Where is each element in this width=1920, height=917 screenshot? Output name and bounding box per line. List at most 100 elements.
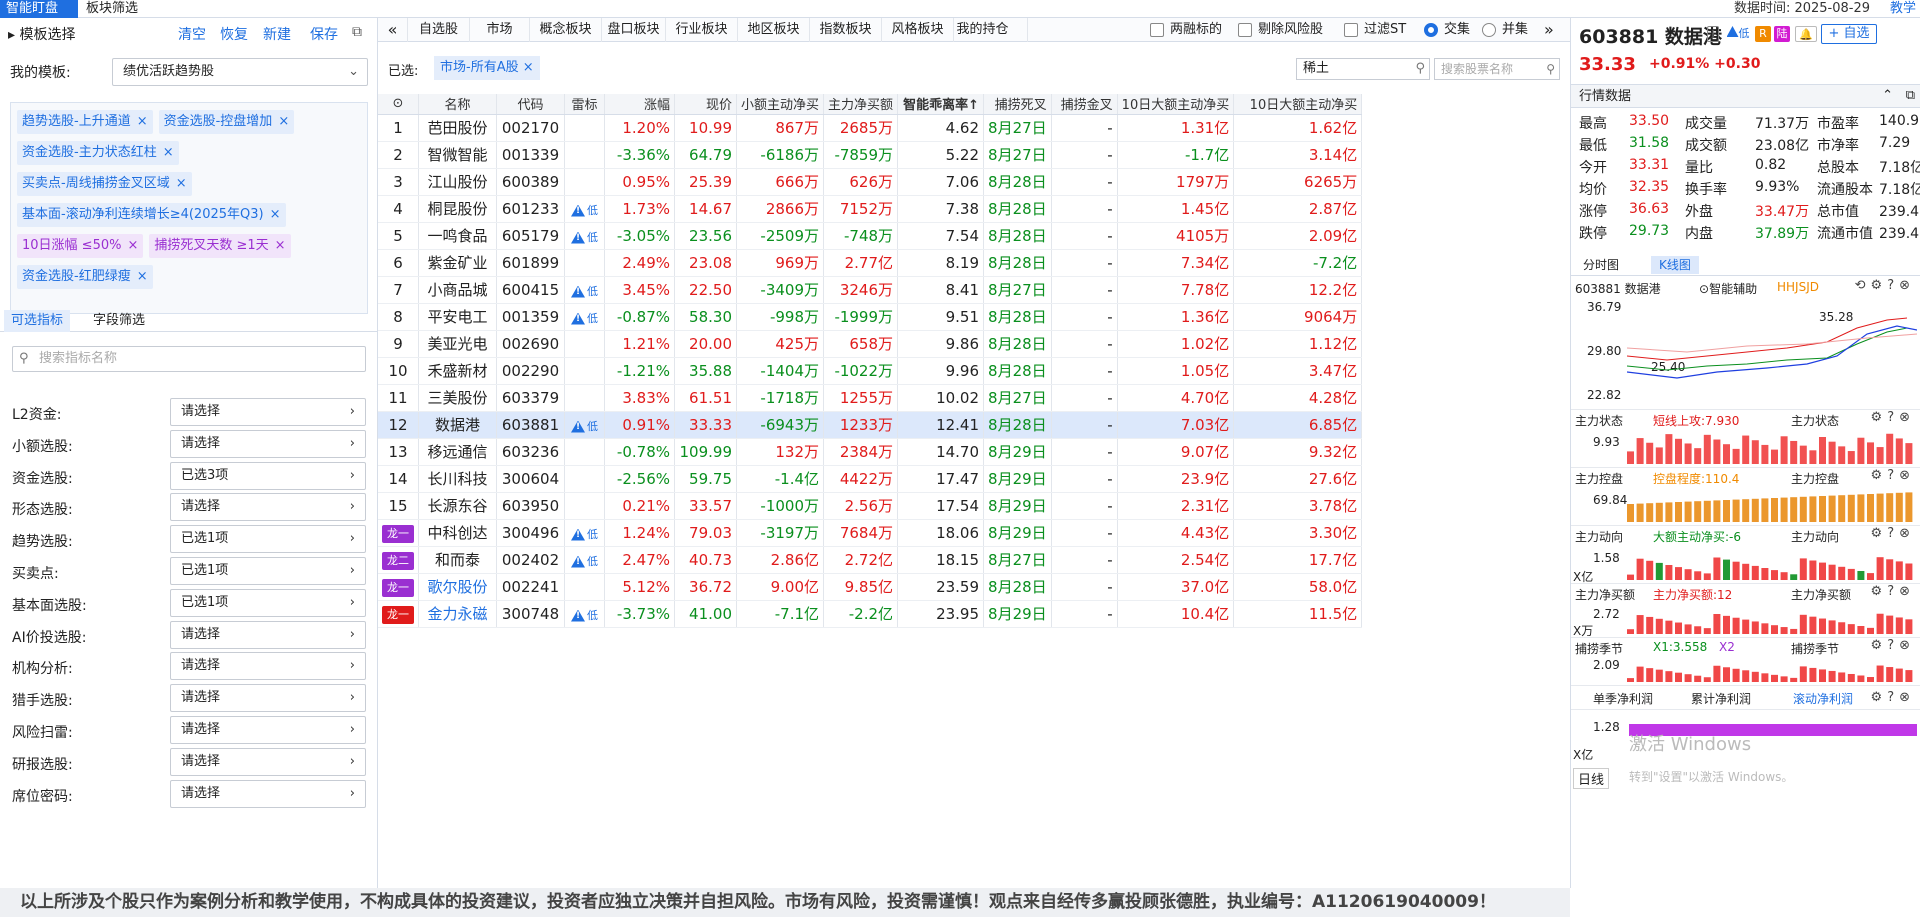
collapse-up-icon[interactable]: ⌃ [1882, 88, 1893, 103]
condition-chip[interactable]: 资金选股-红肥绿瘦 × [17, 265, 153, 289]
panel-tool-icons[interactable]: ⚙?⊗ [1871, 468, 1915, 483]
table-row[interactable]: 13 移远通信 603236 -0.78% 109.99 132万 2384万 14.70 8月… [378, 438, 1363, 466]
table-row[interactable]: 龙一 金力永磁 300748 ! 低 -3.73% 41.00 -7.1亿 -2.2亿 23.95… [378, 600, 1363, 628]
restore-button[interactable]: 恢复 [220, 24, 248, 44]
table-row[interactable]: 12 数据港 603881 ! 低 0.91% 33.33 -6943万 1233万 12.41 8… [378, 411, 1363, 439]
table-row[interactable]: 4 桐昆股份 601233 ! 低 1.73% 14.67 2866万 7152万 7.38 8月2… [378, 195, 1363, 223]
stock-search-input[interactable]: 搜索股票名称 ⚲ [1434, 58, 1560, 80]
stock-name[interactable]: 长源东谷 [418, 492, 497, 520]
market-tab[interactable]: 概念板块 [530, 18, 602, 42]
filter-select[interactable]: 已选1项 › [170, 557, 366, 585]
assist-label[interactable]: ⊙智能辅助 [1699, 280, 1757, 297]
column-header[interactable]: 小额主动净买 [736, 94, 825, 115]
tab-sector-filter[interactable]: 板块筛选 [80, 0, 144, 18]
settings-icon[interactable]: ⊙ [378, 94, 419, 115]
panel-tool-icons[interactable]: ⟲⚙?⊗ [1855, 278, 1915, 293]
column-header[interactable]: 捕捞死叉 [983, 94, 1052, 115]
filter-select[interactable]: 已选1项 › [170, 588, 366, 617]
filter-select[interactable]: 已选3项 › [170, 461, 366, 490]
condition-chip[interactable]: 基本面-滚动净利连续增长≥4(2025年Q3) × [17, 203, 286, 227]
close-icon[interactable]: × [176, 176, 187, 191]
indicator-panel[interactable]: 主力净买额 主力净买额:12 主力净买额 ⚙?⊗ 2.72 X万 [1571, 584, 1920, 638]
column-header[interactable]: 涨幅 [604, 94, 675, 115]
add-watchlist-button[interactable]: + 自选 [1821, 24, 1877, 44]
column-header[interactable]: 代码 [496, 94, 565, 115]
market-tab[interactable]: 市场 [470, 18, 530, 42]
keyword-input[interactable]: 稀土 ⚲ [1296, 58, 1430, 80]
teach-link[interactable]: 教学 [1890, 0, 1916, 18]
column-header[interactable]: 主力净买额 [823, 94, 899, 115]
panel-tool-icons[interactable]: ⚙?⊗ [1871, 410, 1915, 425]
tab-quarter-profit[interactable]: 单季净利润 [1593, 690, 1653, 707]
tab-intraday[interactable]: 分时图 [1575, 256, 1627, 274]
info-icon[interactable]: ℹ [1707, 26, 1719, 42]
intersection-radio[interactable] [1424, 23, 1438, 37]
collapse-icon[interactable]: « [378, 18, 408, 42]
column-header[interactable]: 智能乖离率↑ [897, 94, 985, 115]
export-icon[interactable]: ⧉ [352, 24, 362, 40]
table-row[interactable]: 7 小商品城 600415 ! 低 3.45% 22.50 -3409万 3246万 8.41 8月… [378, 276, 1363, 304]
close-icon[interactable]: × [270, 207, 281, 222]
close-icon[interactable]: × [137, 114, 148, 129]
table-row[interactable]: 龙二 和而泰 002402 ! 低 2.47% 40.73 2.86亿 2.72亿 18.15 8月… [378, 546, 1363, 574]
stock-name[interactable]: 中科创达 [418, 519, 497, 547]
close-icon[interactable]: × [275, 238, 286, 253]
stock-name[interactable]: 紫金矿业 [418, 249, 497, 277]
table-row[interactable]: 15 长源东谷 603950 0.21% 33.57 -1000万 2.56万 17.54 8月… [378, 492, 1363, 520]
stock-name[interactable]: 金力永磁 [418, 600, 497, 628]
condition-chip[interactable]: 趋势选股-上升通道 × [17, 110, 153, 134]
indicator-panel[interactable]: 捕捞季节 X1:3.558 X2 捕捞季节 ⚙?⊗ 2.09 [1571, 638, 1920, 686]
market-tab[interactable]: 行业板块 [666, 18, 738, 42]
stock-name[interactable]: 长川科技 [418, 465, 497, 493]
option-checkbox[interactable] [1344, 23, 1358, 37]
close-icon[interactable]: × [163, 145, 174, 160]
market-tab[interactable]: 我的持仓 [954, 18, 1028, 42]
panel-tool-icons[interactable]: ⚙?⊗ [1871, 584, 1915, 599]
stock-name[interactable]: 江山股份 [418, 168, 497, 196]
stock-name[interactable]: 小商品城 [418, 276, 497, 304]
tab-smart-watch[interactable]: 智能盯盘 [0, 0, 78, 18]
indicator-panel[interactable]: 主力状态 短线上攻:7.930 主力状态 ⚙?⊗ 9.93 [1571, 410, 1920, 468]
popout-icon[interactable]: ⧉ [1906, 88, 1915, 103]
panel-tool-icons[interactable]: ⚙?⊗ [1871, 690, 1915, 705]
condition-chip[interactable]: 捕捞死叉天数 ≥1天 × [149, 234, 291, 258]
filter-select[interactable]: 请选择 › [170, 493, 366, 522]
column-header[interactable]: 捕捞金叉 [1051, 94, 1118, 115]
condition-chip[interactable]: 资金选股-主力状态红柱 × [17, 141, 179, 165]
stock-name[interactable]: 和而泰 [418, 546, 497, 574]
filter-select[interactable]: 请选择 › [170, 398, 366, 426]
column-header[interactable]: 雷标 [564, 94, 605, 115]
condition-chip[interactable]: 买卖点-周线捕捞金叉区域 × [17, 172, 192, 196]
filter-select[interactable]: 请选择 › [170, 747, 366, 776]
union-radio[interactable] [1482, 23, 1496, 37]
stock-name[interactable]: 移远通信 [418, 438, 497, 466]
filter-select[interactable]: 请选择 › [170, 716, 366, 744]
search-icon[interactable]: ⚲ [1546, 59, 1555, 79]
indicator-search-input[interactable]: ⚲ 搜索指标名称 [12, 346, 366, 372]
filter-select[interactable]: 请选择 › [170, 779, 366, 808]
table-row[interactable]: 龙一 中科创达 300496 ! 低 1.24% 79.03 -3197万 7684万 18.06… [378, 519, 1363, 547]
stock-name[interactable]: 桐昆股份 [418, 195, 497, 223]
stock-name[interactable]: 美亚光电 [418, 330, 497, 358]
indicator-panel[interactable]: 主力控盘 控盘程度:110.4 主力控盘 ⚙?⊗ 69.84 [1571, 468, 1920, 526]
filter-select[interactable]: 请选择 › [170, 684, 366, 713]
search-icon[interactable]: ⚲ [1415, 59, 1425, 79]
tab-cumulative-profit[interactable]: 累计净利润 [1691, 690, 1751, 707]
close-icon[interactable]: × [523, 60, 534, 75]
market-tab[interactable]: 指数板块 [810, 18, 882, 42]
stock-name[interactable]: 数据港 [418, 411, 497, 439]
table-row[interactable]: 3 江山股份 600389 0.95% 25.39 666万 626万 7.06 8月28日 -1… [378, 168, 1363, 196]
close-icon[interactable]: × [278, 114, 289, 129]
table-row[interactable]: 8 平安电工 001359 ! 低 -0.87% 58.30 -998万 -1999万 9.51 8… [378, 303, 1363, 331]
market-tab[interactable]: 盘口板块 [602, 18, 666, 42]
close-icon[interactable]: × [137, 269, 148, 284]
table-row[interactable]: 14 长川科技 300604 -2.56% 59.75 -1.4亿 4422万 17.47 8月… [378, 465, 1363, 493]
table-row[interactable]: 9 美亚光电 002690 1.21% 20.00 425万 658万 9.86 8月28日 -1… [378, 330, 1363, 358]
stock-name[interactable]: 禾盛新材 [418, 357, 497, 385]
table-row[interactable]: 5 一鸣食品 605179 ! 低 -3.05% 23.56 -2509万 -748万 7.54 8… [378, 222, 1363, 250]
table-row[interactable]: 龙一 歌尔股份 002241 5.12% 36.72 9.00亿 9.85亿 23.59 8月2… [378, 573, 1363, 601]
table-row[interactable]: 10 禾盛新材 002290 -1.21% 35.88 -1404万 -1022万 9.96 8… [378, 357, 1363, 385]
filter-select[interactable]: 请选择 › [170, 652, 366, 681]
new-button[interactable]: 新建 [263, 24, 291, 44]
close-icon[interactable]: × [127, 238, 138, 253]
